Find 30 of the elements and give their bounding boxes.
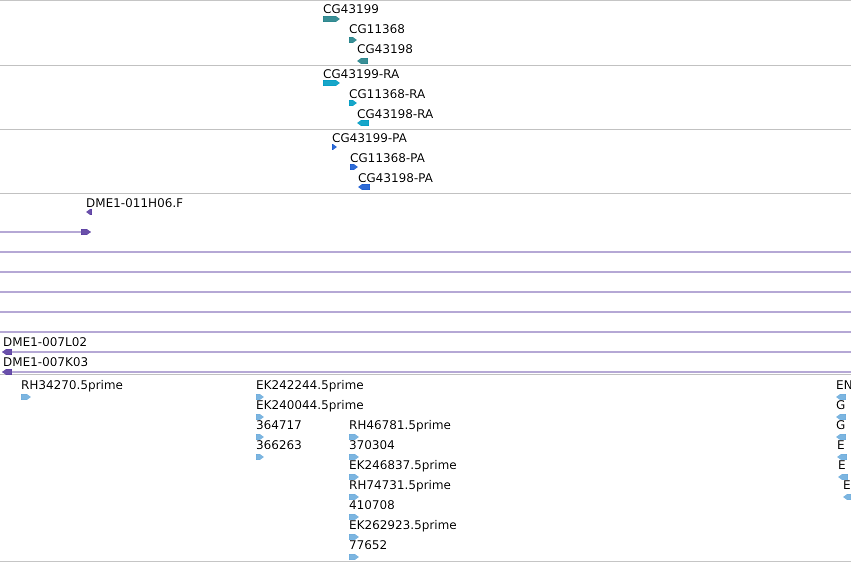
feature-label: CG11368 (349, 22, 405, 36)
feature-label: CG11368-RA (349, 87, 426, 101)
feature-label: CG43199 (323, 2, 379, 16)
feature-label: DME1-007K03 (3, 355, 88, 369)
feature-label: EN (836, 378, 851, 392)
feature-label: DME1-007L02 (3, 335, 87, 349)
feature-label: DME1-011H06.F (86, 196, 184, 210)
feature-label: CG43198 (357, 42, 413, 56)
feature-label: CG11368-PA (350, 151, 425, 165)
feature-label: EK246837.5prime (349, 458, 457, 472)
feature-label: 364717 (256, 418, 302, 432)
feature-label: E (843, 478, 851, 492)
feature-label: G (836, 398, 846, 412)
feature-label: 410708 (349, 498, 395, 512)
feature-label: CG43199-RA (323, 67, 400, 81)
feature-label: CG43199-PA (332, 131, 407, 145)
feature-label: E (838, 458, 846, 472)
feature-label: G (836, 418, 846, 432)
feature-label: EK262923.5prime (349, 518, 457, 532)
feature-label: RH74731.5prime (349, 478, 451, 492)
feature-label: 366263 (256, 438, 302, 452)
feature-label: CG43198-RA (357, 107, 434, 121)
feature-label: RH34270.5prime (21, 378, 123, 392)
feature-label: RH46781.5prime (349, 418, 451, 432)
feature-label: 77652 (349, 538, 388, 552)
feature-label: 370304 (349, 438, 395, 452)
feature-label: E (837, 438, 845, 452)
feature-label: CG43198-PA (358, 171, 433, 185)
feature-label: EK240044.5prime (256, 398, 364, 412)
feature-label: EK242244.5prime (256, 378, 364, 392)
